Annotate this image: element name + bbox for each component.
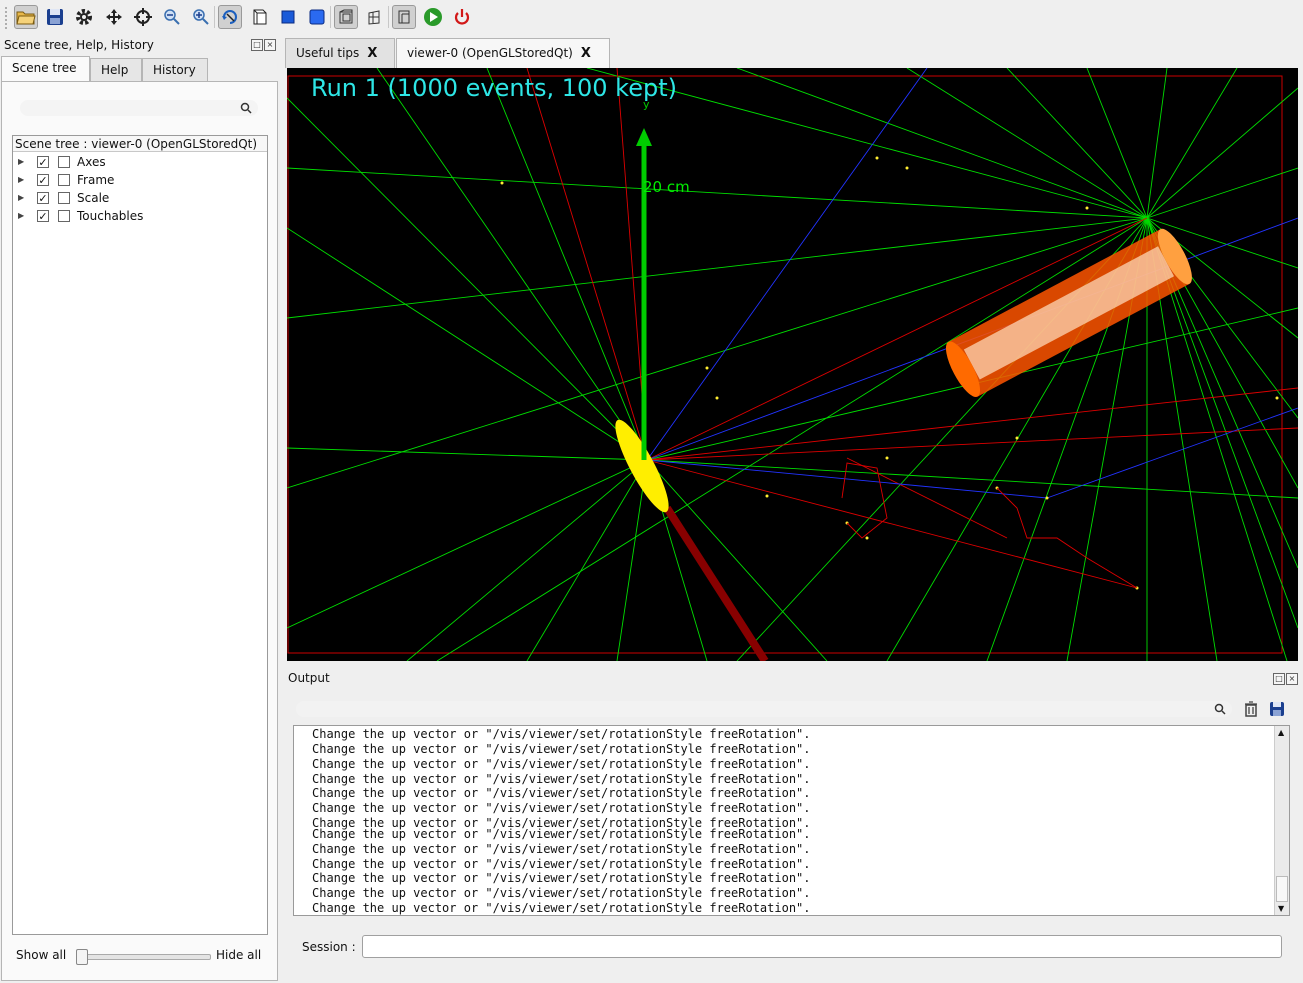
log-line: Change the up vector or "/vis/viewer/set… — [312, 727, 811, 741]
run-icon[interactable] — [421, 5, 445, 29]
output-search-input[interactable] — [296, 701, 1232, 717]
scale-label: 20 cm — [643, 178, 690, 196]
rotate-icon[interactable] — [218, 5, 242, 29]
settings-gear-icon[interactable] — [72, 5, 96, 29]
zoom-in-icon[interactable] — [189, 5, 213, 29]
tab-viewer-0[interactable]: viewer-0 (OpenGLStoredQt) X — [396, 38, 610, 68]
visibility-slider[interactable] — [76, 949, 211, 965]
tab-label: viewer-0 (OpenGLStoredQt) — [407, 46, 573, 60]
tree-item-label: Scale — [77, 191, 110, 205]
log-line: Change the up vector or "/vis/viewer/set… — [312, 842, 811, 856]
scene-canvas[interactable]: y — [287, 68, 1298, 661]
scene-tree: Scene tree : viewer-0 (OpenGLStoredQt) ▶… — [12, 135, 268, 935]
visibility-checkbox[interactable]: ✓ — [37, 210, 49, 222]
detector-cylinder — [945, 228, 1192, 398]
output-log[interactable]: Change the up vector or "/vis/viewer/set… — [293, 725, 1290, 916]
tab-useful-tips[interactable]: Useful tips X — [285, 38, 395, 68]
close-icon[interactable]: X — [367, 46, 377, 61]
scene-tree-header: Scene tree : viewer-0 (OpenGLStoredQt) — [13, 136, 267, 152]
left-dock: Scene tree, Help, History □ × Scene tree… — [0, 36, 280, 982]
hide-all-label: Hide all — [216, 948, 262, 962]
log-line: Change the up vector or "/vis/viewer/set… — [312, 772, 811, 786]
scroll-down-icon[interactable]: ▼ — [1278, 904, 1284, 913]
run-title: Run 1 (1000 events, 100 kept) — [311, 74, 677, 102]
tree-item-axes[interactable]: ▶ ✓ Axes — [13, 154, 265, 172]
tree-item-label: Axes — [77, 155, 106, 169]
tab-help[interactable]: Help — [90, 58, 142, 82]
perspective-icon[interactable] — [334, 5, 358, 29]
ortho-icon[interactable] — [363, 5, 387, 29]
axis-x-red — [663, 505, 769, 661]
log-line: Change the up vector or "/vis/viewer/set… — [312, 742, 811, 756]
visibility-checkbox[interactable]: ✓ — [37, 156, 49, 168]
close-icon[interactable]: X — [581, 46, 591, 61]
blue-tracks — [646, 68, 1298, 499]
pick-target-icon[interactable] — [131, 5, 155, 29]
visibility-checkbox[interactable]: ✓ — [37, 192, 49, 204]
log-line: Change the up vector or "/vis/viewer/set… — [312, 871, 811, 885]
wireframe-icon[interactable] — [247, 5, 271, 29]
tree-item-touchables[interactable]: ▶ ✓ Touchables — [13, 208, 265, 226]
tab-history[interactable]: History — [142, 58, 208, 82]
opengl-viewer[interactable]: y Run 1 (1000 events, 100 kept) 20 cm — [287, 68, 1298, 661]
tree-item-label: Frame — [77, 173, 115, 187]
scene-tree-panel: Scene tree : viewer-0 (OpenGLStoredQt) ▶… — [1, 81, 278, 981]
scene-search-input[interactable] — [20, 100, 258, 116]
log-line: Change the up vector or "/vis/viewer/set… — [312, 857, 811, 871]
scroll-up-icon[interactable]: ▲ — [1278, 728, 1284, 737]
tree-item-scale[interactable]: ▶ ✓ Scale — [13, 190, 265, 208]
tree-item-frame[interactable]: ▶ ✓ Frame — [13, 172, 265, 190]
move-icon[interactable] — [102, 5, 126, 29]
open-folder-icon[interactable] — [14, 5, 38, 29]
zoom-out-icon[interactable] — [160, 5, 184, 29]
hidden-line-icon[interactable] — [392, 5, 416, 29]
tree-item-label: Touchables — [77, 209, 144, 223]
expand-arrow-icon[interactable]: ▶ — [18, 157, 24, 166]
log-line: Change the up vector or "/vis/viewer/set… — [312, 901, 811, 915]
expand-arrow-icon[interactable]: ▶ — [18, 211, 24, 220]
output-title: Output — [288, 671, 330, 685]
output-scrollbar[interactable]: ▲ ▼ — [1274, 726, 1289, 915]
save-icon[interactable] — [43, 5, 67, 29]
hit-points — [500, 156, 1279, 590]
output-close-button[interactable]: × — [1286, 673, 1298, 685]
output-float-button[interactable]: □ — [1273, 673, 1285, 685]
session-label: Session : — [302, 940, 356, 954]
surface-icon[interactable] — [305, 5, 329, 29]
color-swatch[interactable] — [58, 156, 70, 168]
save-output-icon[interactable] — [1268, 700, 1286, 718]
color-swatch[interactable] — [58, 192, 70, 204]
main-toolbar — [0, 0, 1303, 36]
log-line: Change the up vector or "/vis/viewer/set… — [312, 886, 811, 900]
dock-title: Scene tree, Help, History — [4, 38, 154, 52]
toolbar-grip[interactable] — [4, 6, 8, 30]
color-swatch[interactable] — [58, 174, 70, 186]
dock-close-button[interactable]: × — [264, 39, 276, 51]
trash-icon[interactable] — [1242, 700, 1260, 718]
search-icon — [240, 102, 252, 114]
green-tracks — [287, 68, 1298, 661]
color-swatch[interactable] — [58, 210, 70, 222]
log-line: Change the up vector or "/vis/viewer/set… — [312, 786, 811, 800]
scroll-thumb[interactable] — [1276, 876, 1288, 902]
dock-float-button[interactable]: □ — [251, 39, 263, 51]
frame-rect — [287, 75, 1283, 654]
show-all-label: Show all — [16, 948, 67, 962]
tab-scene-tree[interactable]: Scene tree — [1, 56, 90, 82]
session-input[interactable] — [362, 935, 1282, 958]
slider-handle[interactable] — [76, 949, 88, 965]
log-line: Change the up vector or "/vis/viewer/set… — [312, 757, 811, 771]
power-icon[interactable] — [450, 5, 474, 29]
log-line: Change the up vector or "/vis/viewer/set… — [312, 801, 811, 815]
log-line: Change the up vector or "/vis/viewer/set… — [312, 827, 811, 841]
tab-label: Useful tips — [296, 46, 360, 60]
expand-arrow-icon[interactable]: ▶ — [18, 193, 24, 202]
search-icon — [1214, 703, 1226, 715]
solid-icon[interactable] — [276, 5, 300, 29]
visibility-checkbox[interactable]: ✓ — [37, 174, 49, 186]
expand-arrow-icon[interactable]: ▶ — [18, 175, 24, 184]
